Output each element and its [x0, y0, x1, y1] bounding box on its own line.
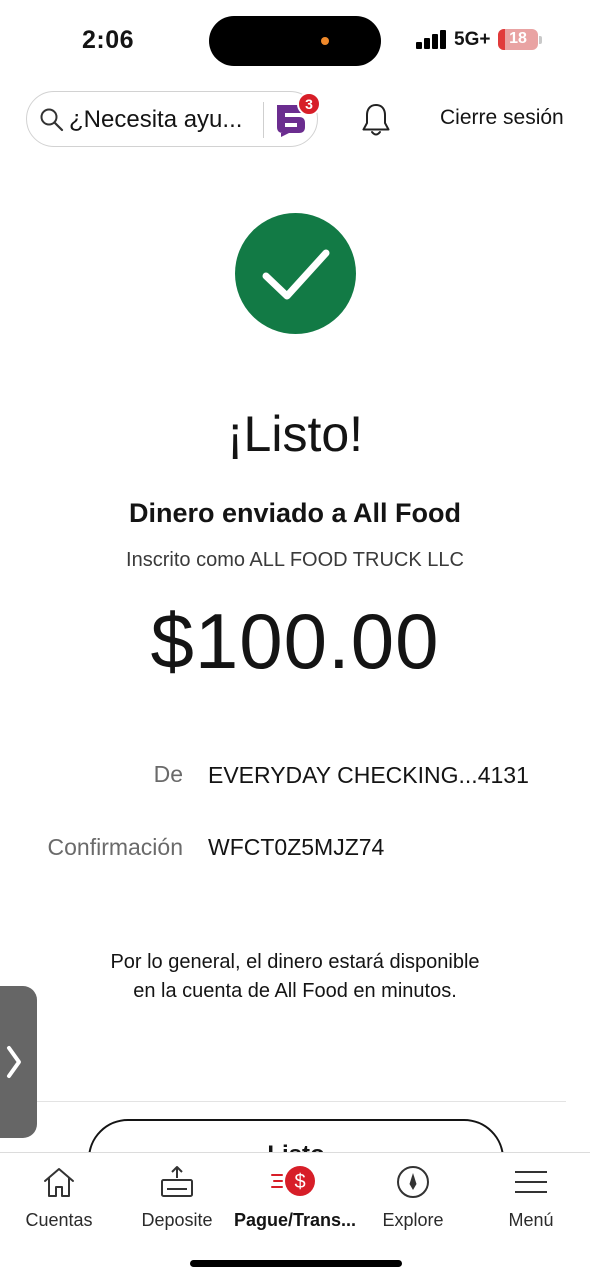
status-bar: 2:06 5G+ 18: [0, 0, 590, 80]
nav-item-menu[interactable]: Menú: [482, 1153, 580, 1245]
nav-label: Explore: [382, 1210, 444, 1230]
home-icon: [44, 1168, 74, 1197]
confirmation-number: WFCT0Z5MJZ74: [208, 834, 385, 860]
nav-label: Pague/Trans...: [233, 1210, 357, 1230]
nav-item-accounts[interactable]: Cuentas: [10, 1153, 108, 1245]
nav-label: Cuentas: [25, 1210, 93, 1230]
battery-icon: 18: [498, 29, 538, 50]
notification-badge: 3: [297, 92, 321, 116]
cellular-signal-icon: [416, 29, 448, 49]
home-indicator[interactable]: [190, 1260, 402, 1267]
recipient-title: Dinero enviado a All Food: [128, 498, 462, 528]
deposit-icon: [161, 1166, 193, 1197]
battery-cap: [539, 36, 542, 44]
section-divider: [30, 1101, 566, 1102]
status-time: 2:06: [82, 26, 135, 54]
nav-label: Deposite: [141, 1210, 213, 1230]
confirmation-label: Confirmación: [47, 834, 184, 860]
dynamic-island: [209, 16, 381, 66]
enrolled-name: Inscrito como ALL FOOD TRUCK LLC: [126, 549, 464, 571]
search-placeholder: ¿Necesita ayu...: [69, 106, 243, 133]
nav-label: Menú: [508, 1210, 554, 1230]
network-type: 5G+: [454, 29, 491, 50]
camera-indicator-dot: [321, 37, 329, 45]
pay-transfer-icon: $: [271, 1166, 315, 1196]
search-icon: [40, 108, 64, 132]
nav-item-explore[interactable]: Explore: [364, 1153, 462, 1245]
success-headline: ¡Listo!: [226, 406, 364, 462]
chevron-right-icon: [7, 1046, 21, 1078]
help-search-field[interactable]: ¿Necesita ayu... 3: [26, 91, 321, 147]
svg-text:$: $: [294, 1171, 305, 1193]
from-label: De: [153, 761, 183, 787]
transfer-amount: $100.00: [150, 597, 440, 685]
from-account-value: EVERYDAY CHECKING...4131: [208, 762, 529, 788]
nav-item-pay-transfer[interactable]: $ Pague/Trans...: [230, 1153, 360, 1245]
nav-item-deposit[interactable]: Deposite: [128, 1153, 226, 1245]
success-checkmark-icon: [235, 213, 356, 334]
pill-divider: [263, 102, 264, 138]
side-panel-tab[interactable]: [0, 986, 37, 1138]
compass-icon: [397, 1166, 429, 1198]
battery-level: 18: [509, 30, 527, 47]
availability-note: Por lo general, el dinero estará disponi…: [110, 951, 480, 1002]
logout-link[interactable]: Cierre sesión: [440, 106, 564, 130]
hamburger-menu-icon: [515, 1171, 547, 1193]
bell-icon[interactable]: [360, 102, 392, 138]
